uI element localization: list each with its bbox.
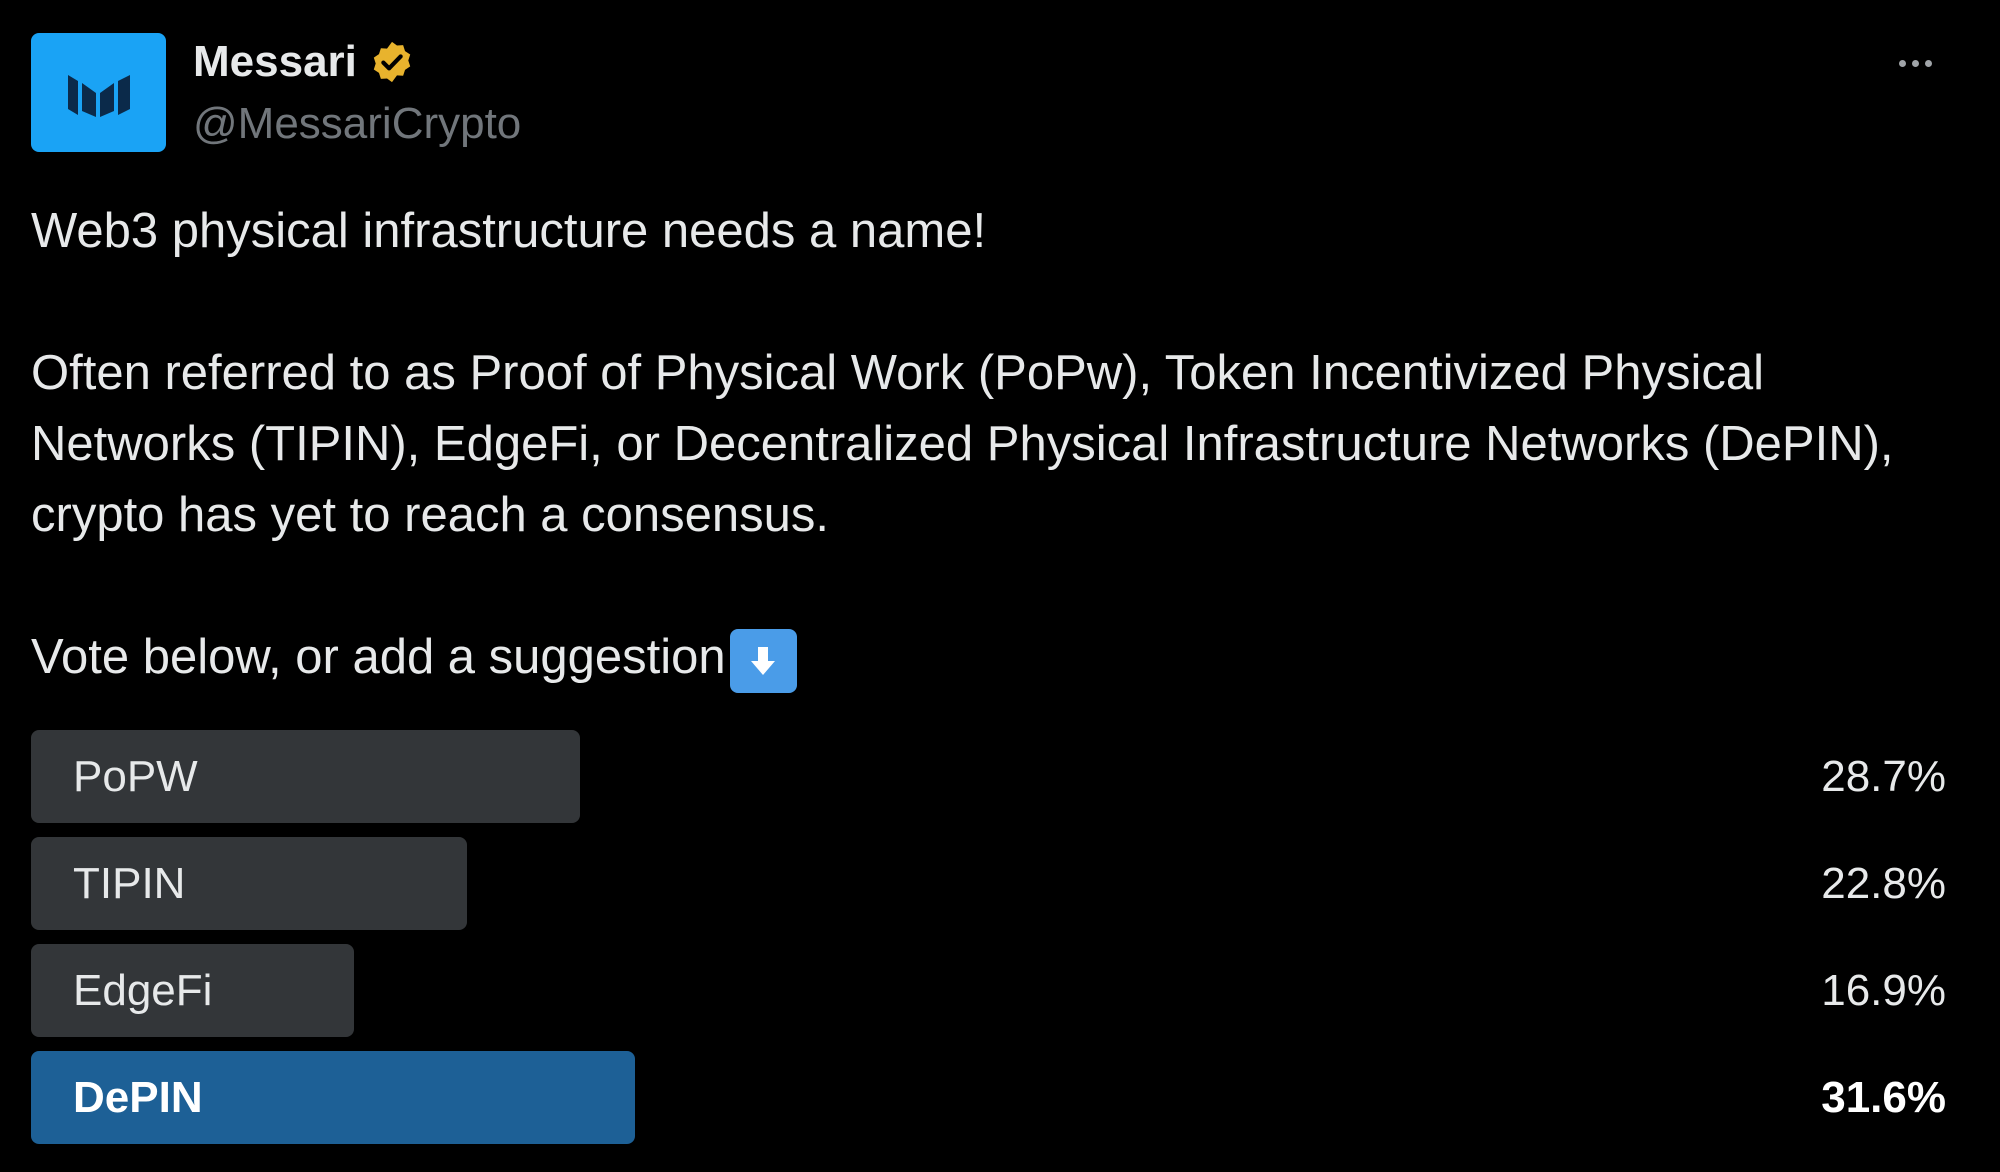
- tweet-paragraph: Web3 physical infrastructure needs a nam…: [31, 204, 987, 258]
- poll-option-label: TIPIN: [73, 859, 186, 908]
- poll-option-label: PoPW: [73, 752, 198, 801]
- down-arrow-emoji-icon: [729, 629, 797, 693]
- poll-option-percent: 16.9%: [1821, 966, 1946, 1015]
- author-handle[interactable]: @MessariCrypto: [193, 96, 521, 152]
- verified-badge-icon: [369, 39, 415, 85]
- display-name[interactable]: Messari: [193, 34, 415, 90]
- tweet-paragraph: Often referred to as Proof of Physical W…: [31, 346, 1894, 542]
- tweet-text: Web3 physical infrastructure needs a nam…: [31, 196, 1931, 693]
- tweet-paragraph: Vote below, or add a suggestion: [31, 630, 726, 684]
- more-options-button[interactable]: [1875, 38, 1955, 88]
- more-horizontal-icon: [1898, 59, 1906, 67]
- poll-option-percent: 22.8%: [1821, 859, 1946, 908]
- poll-option-tipin[interactable]: TIPIN 22.8%: [31, 837, 1946, 930]
- poll-option-percent: 28.7%: [1821, 752, 1946, 801]
- poll-option-popw[interactable]: PoPW 28.7%: [31, 730, 1946, 823]
- poll-option-label: DePIN: [73, 1073, 203, 1122]
- tweet-paragraph-last: Vote below, or add a suggestion: [31, 622, 1931, 693]
- more-dot: [1924, 59, 1932, 67]
- more-dot: [1911, 59, 1919, 67]
- messari-logo-icon: [67, 74, 130, 117]
- poll-option-edgefi[interactable]: EdgeFi 16.9%: [31, 944, 1946, 1037]
- poll-option-label: EdgeFi: [73, 966, 213, 1015]
- author-name[interactable]: Messari: [193, 34, 357, 90]
- avatar[interactable]: [31, 33, 166, 152]
- poll-option-depin[interactable]: DePIN 31.6%: [31, 1051, 1946, 1144]
- poll-option-percent: 31.6%: [1821, 1073, 1946, 1122]
